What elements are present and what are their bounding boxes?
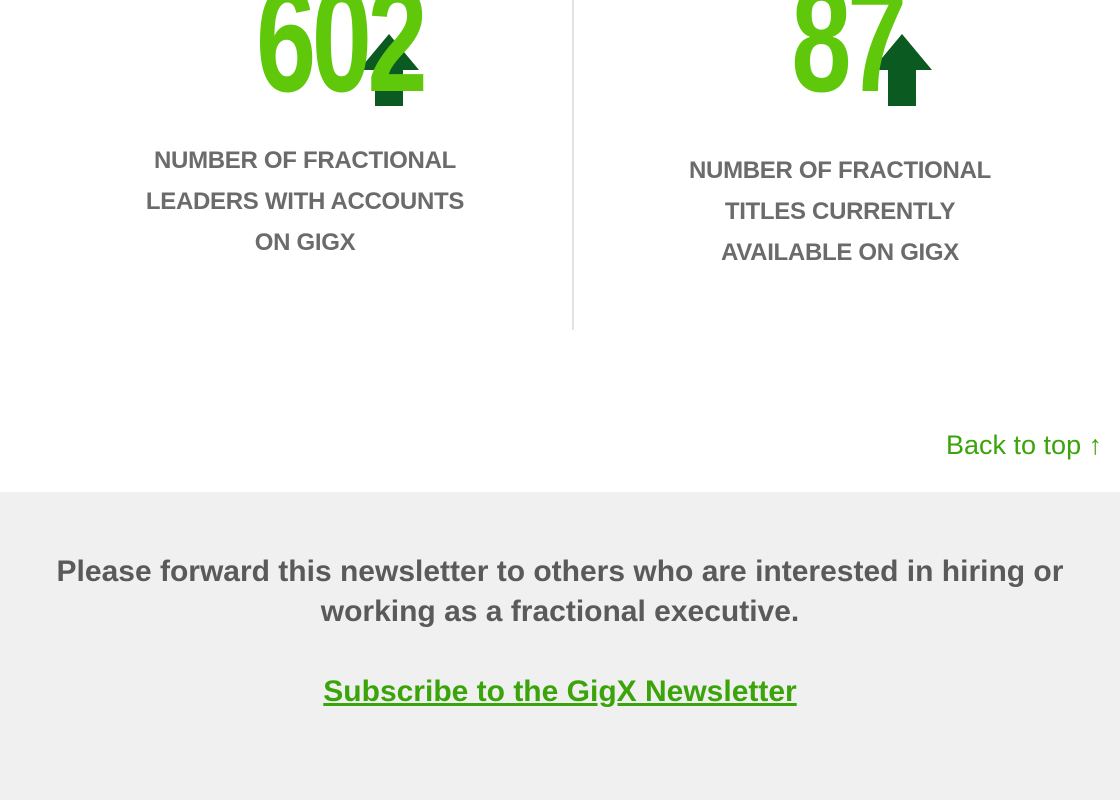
- stats-section: 602 NUMBER OF FRACTIONAL LEADERS WITH AC…: [0, 0, 1120, 492]
- stat-number-row: 87: [620, 0, 1060, 120]
- stat-label-line: NUMBER OF FRACTIONAL: [154, 147, 456, 174]
- stat-label: NUMBER OF FRACTIONAL TITLES CURRENTLY AV…: [620, 150, 1060, 273]
- stat-number: 87: [790, 0, 907, 120]
- stat-label-line: TITLES CURRENTLY: [724, 198, 956, 225]
- forward-message: Please forward this newsletter to others…: [56, 555, 1064, 628]
- stat-label: NUMBER OF FRACTIONAL LEADERS WITH ACCOUN…: [90, 140, 520, 263]
- stat-number-row: 602: [90, 0, 520, 120]
- stat-label-line: LEADERS WITH ACCOUNTS: [145, 188, 465, 215]
- back-to-top-link[interactable]: Back to top ↑: [946, 430, 1102, 461]
- stat-label-line: AVAILABLE ON GIGX: [720, 239, 960, 266]
- stat-label-line: ON GIGX: [254, 229, 356, 256]
- subscribe-link[interactable]: Subscribe to the GigX Newsletter: [0, 672, 1120, 712]
- stat-fractional-titles: 87 NUMBER OF FRACTIONAL TITLES CURRENTLY…: [620, 0, 1060, 273]
- stats-divider: [572, 0, 574, 330]
- newsletter-page: 602 NUMBER OF FRACTIONAL LEADERS WITH AC…: [0, 0, 1120, 800]
- stat-number: 602: [255, 0, 428, 120]
- newsletter-footer: Please forward this newsletter to others…: [0, 492, 1120, 800]
- stat-fractional-leaders: 602 NUMBER OF FRACTIONAL LEADERS WITH AC…: [90, 0, 520, 263]
- stat-label-line: NUMBER OF FRACTIONAL: [689, 157, 991, 184]
